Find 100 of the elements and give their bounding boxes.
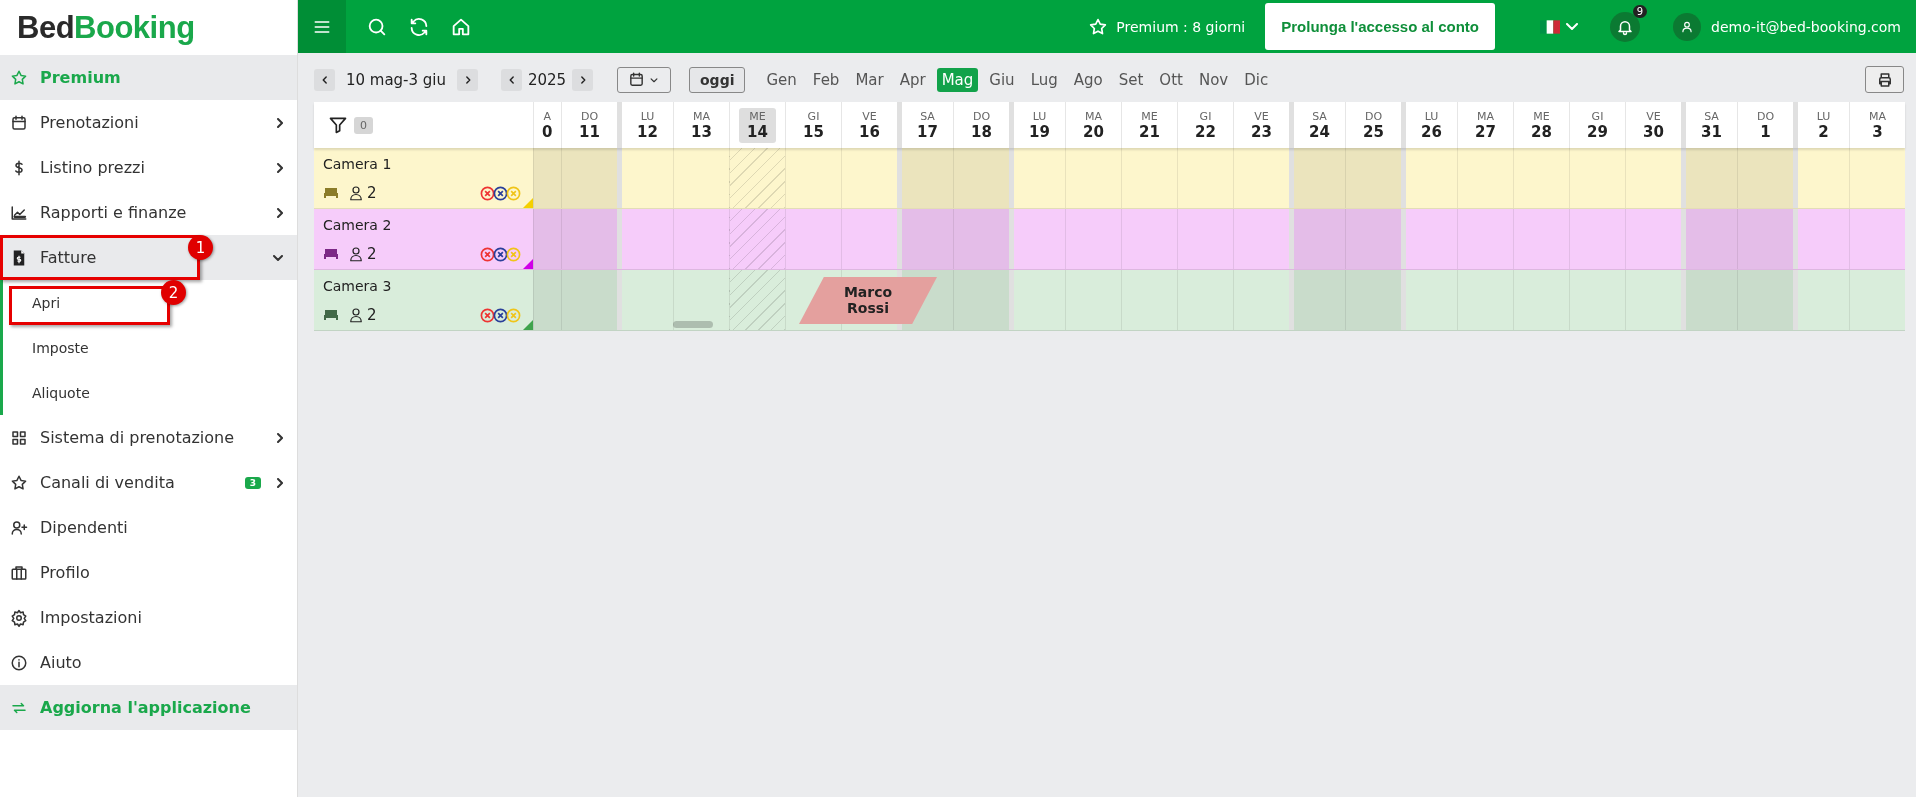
- weekend-cell[interactable]: [1681, 209, 1737, 269]
- refresh-button[interactable]: [408, 15, 430, 38]
- day-header: ME 28: [1513, 102, 1569, 148]
- today-cell[interactable]: [729, 270, 785, 330]
- today-cell[interactable]: [729, 209, 785, 269]
- sidebar-item[interactable]: Listino prezzi: [0, 145, 297, 190]
- bed-icon: [323, 247, 339, 261]
- sidebar-item[interactable]: Profilo: [0, 550, 297, 595]
- weekend-cell[interactable]: [1681, 148, 1737, 208]
- calendar-icon: [627, 71, 645, 88]
- room-name: Camera 1: [323, 156, 393, 172]
- day-header: SA 24: [1289, 102, 1345, 148]
- sidebar-item[interactable]: Dipendenti: [0, 505, 297, 550]
- month-tab[interactable]: Giu: [984, 67, 1020, 92]
- month-tab[interactable]: Ago: [1068, 67, 1108, 92]
- day-header: MA 13: [673, 102, 729, 148]
- weekend-cell[interactable]: [1289, 148, 1345, 208]
- sidebar-item[interactable]: Aiuto: [0, 640, 297, 685]
- briefcase-icon: [10, 563, 28, 582]
- next-button[interactable]: [457, 68, 478, 91]
- star-icon: [10, 473, 28, 492]
- room-name: Camera 3: [323, 278, 393, 294]
- weekend-cell[interactable]: [1681, 270, 1737, 330]
- bed-icon: [323, 308, 339, 322]
- grid-icon: [10, 428, 28, 447]
- submenu-item[interactable]: Aliquote: [3, 370, 297, 415]
- month-tab[interactable]: Gen: [761, 67, 802, 92]
- cancel-icon: [480, 307, 495, 323]
- day-header: DO 25: [1345, 102, 1401, 148]
- step-badge: 2: [161, 280, 186, 305]
- guest-count: 2: [367, 245, 377, 263]
- user-account-button[interactable]: demo-it@bed-booking.com: [1673, 12, 1901, 41]
- info-icon: [10, 653, 28, 672]
- person-icon: [347, 245, 365, 263]
- month-tab[interactable]: Ott: [1154, 67, 1188, 92]
- today-button[interactable]: oggi: [689, 66, 746, 93]
- cancel-icon: [493, 185, 508, 201]
- sidebar-item[interactable]: Impostazioni: [0, 595, 297, 640]
- day-header: DO 1: [1737, 102, 1793, 148]
- filter-icon: [328, 115, 348, 135]
- day-header: VE 30: [1625, 102, 1681, 148]
- month-tab[interactable]: Apr: [894, 67, 931, 92]
- premium-status: Premium : 8 giorni: [1116, 18, 1246, 35]
- cancel-icon: [506, 307, 521, 323]
- gear-icon: [10, 608, 28, 627]
- day-header: LU 19: [1009, 102, 1065, 148]
- submenu-item[interactable]: Imposte: [3, 325, 297, 370]
- next-year-button[interactable]: [572, 68, 593, 91]
- booking[interactable]: Marco Rossi: [799, 277, 937, 324]
- month-tab[interactable]: Mar: [850, 67, 889, 92]
- day-header: A 0: [533, 102, 561, 148]
- date-range: 10 mag-3 giu: [344, 70, 448, 89]
- today-cell[interactable]: [729, 148, 785, 208]
- sidebar-item[interactable]: Prenotazioni: [0, 100, 297, 145]
- menu-button[interactable]: [298, 0, 346, 53]
- month-tab[interactable]: Nov: [1193, 67, 1234, 92]
- weekend-cell[interactable]: [1289, 209, 1345, 269]
- month-tab[interactable]: Set: [1113, 67, 1149, 92]
- day-header: LU 12: [617, 102, 673, 148]
- day-header: VE 23: [1233, 102, 1289, 148]
- month-tab[interactable]: Lug: [1025, 67, 1063, 92]
- year-label: 2025: [526, 70, 568, 89]
- day-header: VE 16: [841, 102, 897, 148]
- weekend-cell[interactable]: [897, 209, 953, 269]
- logo: BedBooking: [16, 8, 196, 47]
- day-header: LU 2: [1793, 102, 1849, 148]
- day-header: MA 20: [1065, 102, 1121, 148]
- day-header: MA 27: [1457, 102, 1513, 148]
- month-tab[interactable]: Mag: [936, 67, 979, 92]
- month-tab[interactable]: Dic: [1239, 67, 1274, 92]
- bed-icon: [323, 186, 339, 200]
- calendar-icon: [10, 113, 28, 132]
- cancel-icon: [493, 307, 508, 323]
- extend-access-button[interactable]: Prolunga l'accesso al conto: [1265, 3, 1496, 50]
- caret-icon: [1566, 23, 1579, 30]
- scrollbar-thumb[interactable]: [673, 321, 713, 328]
- day-header: ME 21: [1121, 102, 1177, 148]
- user-icon: [1680, 19, 1695, 34]
- day-header: SA 17: [897, 102, 953, 148]
- sidebar-item[interactable]: Sistema di prenotazione: [0, 415, 297, 460]
- month-tab[interactable]: Feb: [807, 67, 845, 92]
- day-header: DO 18: [953, 102, 1009, 148]
- guest-count: 2: [367, 306, 377, 324]
- user-plus-icon: [10, 518, 28, 537]
- date-picker-button[interactable]: [617, 66, 671, 93]
- language-button[interactable]: [1540, 19, 1579, 34]
- previous-year-button[interactable]: [501, 68, 522, 91]
- print-button[interactable]: [1865, 66, 1904, 93]
- sidebar-item[interactable]: Canali di vendita 3: [0, 460, 297, 505]
- day-header: GI 22: [1177, 102, 1233, 148]
- weekend-cell[interactable]: [897, 148, 953, 208]
- cancel-icon: [480, 185, 495, 201]
- cancel-icon: [506, 246, 521, 262]
- sidebar-item[interactable]: Rapporti e finanze: [0, 190, 297, 235]
- day-header: DO 11: [561, 102, 617, 148]
- previous-button[interactable]: [314, 68, 335, 91]
- day-header: LU 26: [1401, 102, 1457, 148]
- refresh-icon: [408, 15, 430, 38]
- notification-count: 9: [1632, 4, 1648, 18]
- weekend-cell[interactable]: [1289, 270, 1345, 330]
